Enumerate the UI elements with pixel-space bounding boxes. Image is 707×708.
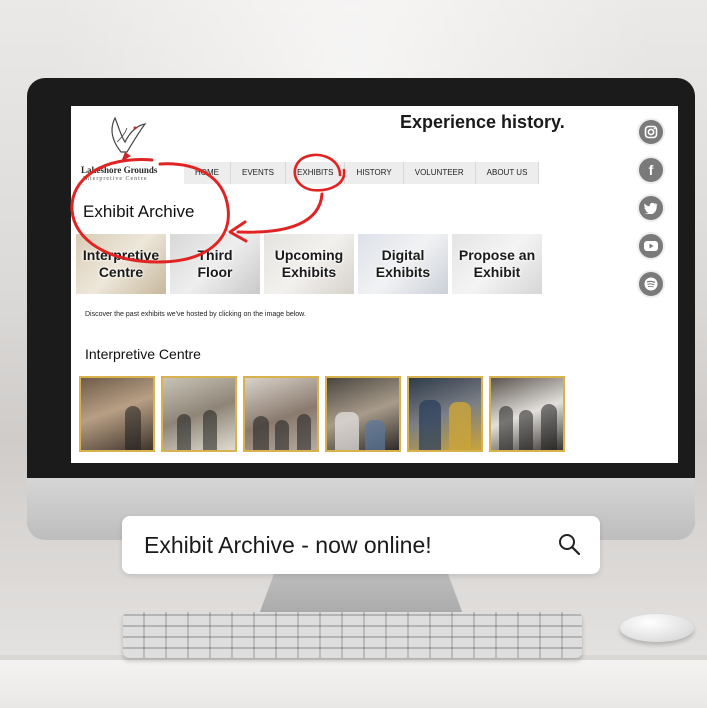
tile-label-line2: Exhibit bbox=[473, 264, 521, 280]
spotify-icon[interactable] bbox=[637, 270, 665, 298]
logo-name[interactable]: Lakeshore Grounds bbox=[81, 165, 157, 175]
exhibit-photo[interactable] bbox=[325, 376, 401, 452]
tile-label-line1: Interpretive bbox=[82, 247, 160, 263]
tile-propose-exhibit[interactable]: Propose an Exhibit bbox=[452, 234, 542, 294]
tile-third-floor[interactable]: Third Floor bbox=[170, 234, 260, 294]
exhibit-photo[interactable] bbox=[407, 376, 483, 452]
section-title: Interpretive Centre bbox=[85, 346, 201, 362]
search-text: Exhibit Archive - now online! bbox=[144, 532, 432, 558]
tile-label-line2: Centre bbox=[98, 264, 144, 280]
tile-digital-exhibits[interactable]: Digital Exhibits bbox=[358, 234, 448, 294]
tile-label-line1: Upcoming bbox=[274, 247, 344, 263]
tile-label-line2: Exhibits bbox=[281, 264, 337, 280]
tile-upcoming-exhibits[interactable]: Upcoming Exhibits bbox=[264, 234, 354, 294]
mouse bbox=[620, 614, 694, 642]
site-tagline: Experience history. bbox=[400, 112, 565, 132]
exhibit-photo[interactable] bbox=[243, 376, 319, 452]
nav-home[interactable]: HOME bbox=[184, 162, 231, 184]
nav-events[interactable]: EVENTS bbox=[231, 162, 287, 184]
tile-label-line2: Floor bbox=[197, 264, 233, 280]
nav-about-us[interactable]: ABOUT US bbox=[475, 162, 540, 184]
search-icon[interactable] bbox=[556, 532, 582, 558]
keyboard bbox=[123, 612, 582, 658]
exhibit-photo[interactable] bbox=[161, 376, 237, 452]
main-nav: HOME EVENTS EXHIBITS HISTORY VOLUNTEER A… bbox=[184, 162, 540, 184]
dove-logo-icon bbox=[111, 116, 147, 162]
exhibit-photo[interactable] bbox=[79, 376, 155, 452]
nav-history[interactable]: HISTORY bbox=[345, 162, 404, 184]
tile-label-line1: Digital bbox=[381, 247, 425, 263]
social-icons: f bbox=[637, 118, 665, 298]
discover-text: Discover the past exhibits we've hosted … bbox=[85, 311, 306, 318]
desk bbox=[0, 660, 707, 708]
youtube-icon[interactable] bbox=[637, 232, 665, 260]
category-tiles: Interpretive Centre Third Floor Upcoming Ex… bbox=[76, 234, 542, 294]
exhibit-photo[interactable] bbox=[489, 376, 565, 452]
facebook-icon[interactable]: f bbox=[637, 156, 665, 184]
tile-label-line2: Exhibits bbox=[375, 264, 431, 280]
tile-interpretive-centre[interactable]: Interpretive Centre bbox=[76, 234, 166, 294]
nav-exhibits[interactable]: EXHIBITS bbox=[286, 162, 346, 184]
instagram-icon[interactable] bbox=[637, 118, 665, 146]
tile-label-line1: Third bbox=[197, 247, 233, 263]
website-screen: Experience history. Lakeshore Grounds In… bbox=[71, 106, 678, 463]
nav-volunteer[interactable]: VOLUNTEER bbox=[403, 162, 476, 184]
exhibit-photo-row bbox=[79, 376, 565, 452]
search-bar[interactable]: Exhibit Archive - now online! bbox=[122, 516, 600, 574]
page-title: Exhibit Archive bbox=[83, 202, 195, 221]
twitter-icon[interactable] bbox=[637, 194, 665, 222]
tile-label-line1: Propose an bbox=[458, 247, 536, 263]
logo-subtitle: Interpretive Centre bbox=[83, 176, 148, 182]
